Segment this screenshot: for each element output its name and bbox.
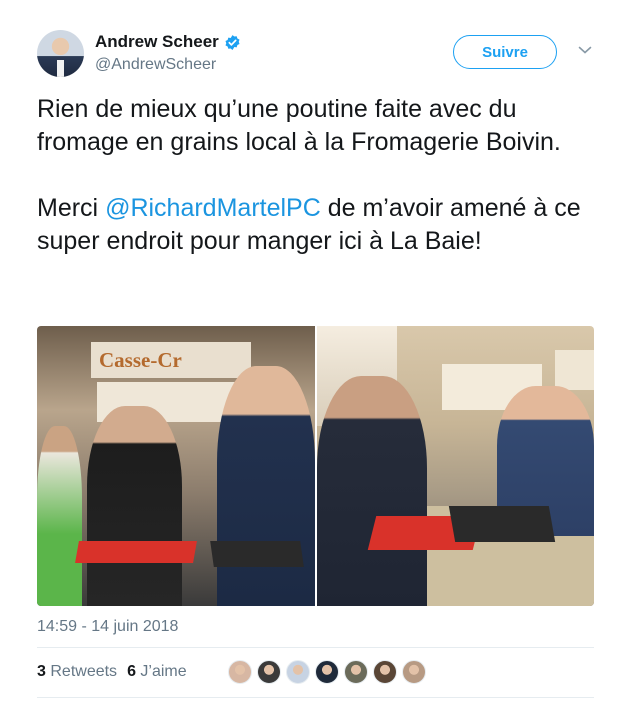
mention-link[interactable]: @RichardMartelPC (105, 194, 321, 222)
liker-avatar[interactable] (402, 660, 426, 684)
liker-avatar[interactable] (257, 660, 281, 684)
likes-count: 6 (127, 663, 136, 680)
author-name-row: Andrew Scheer (95, 32, 241, 52)
retweets-stat[interactable]: 3 Retweets (37, 663, 117, 681)
liker-avatar[interactable] (344, 660, 368, 684)
tweet-paragraph: Rien de mieux qu’une poutine faite avec … (37, 95, 561, 156)
author-handle[interactable]: @AndrewScheer (95, 56, 216, 74)
photo-left[interactable]: Casse-Cr (37, 326, 315, 606)
liker-avatar[interactable] (315, 660, 339, 684)
likes-stat[interactable]: 6 J’aime (127, 663, 187, 681)
likes-label: J’aime (140, 663, 187, 680)
follow-button[interactable]: Suivre (453, 35, 557, 69)
liker-avatar[interactable] (228, 660, 252, 684)
tweet-text: Rien de mieux qu’une poutine faite avec … (37, 93, 607, 258)
divider (37, 647, 594, 648)
tweet-text-segment: Merci (37, 194, 106, 222)
author-name[interactable]: Andrew Scheer (95, 32, 219, 52)
tweet-paragraph: Merci @RichardMartelPC de m’avoir amené … (37, 192, 607, 258)
author-avatar[interactable] (37, 30, 84, 77)
divider (37, 697, 594, 698)
restaurant-sign: Casse-Cr (91, 342, 251, 378)
retweets-label: Retweets (50, 663, 118, 680)
liker-avatar[interactable] (373, 660, 397, 684)
liker-avatar[interactable] (286, 660, 310, 684)
retweets-count: 3 (37, 663, 46, 680)
tweet-timestamp[interactable]: 14:59 - 14 juin 2018 (37, 618, 178, 636)
liker-avatars (228, 660, 426, 684)
engagement-stats: 3 Retweets 6 J’aime (37, 663, 187, 681)
tweet-media[interactable]: Casse-Cr (37, 326, 594, 606)
photo-right[interactable] (317, 326, 594, 606)
chevron-down-icon[interactable] (578, 45, 592, 55)
verified-badge-icon (225, 34, 240, 50)
